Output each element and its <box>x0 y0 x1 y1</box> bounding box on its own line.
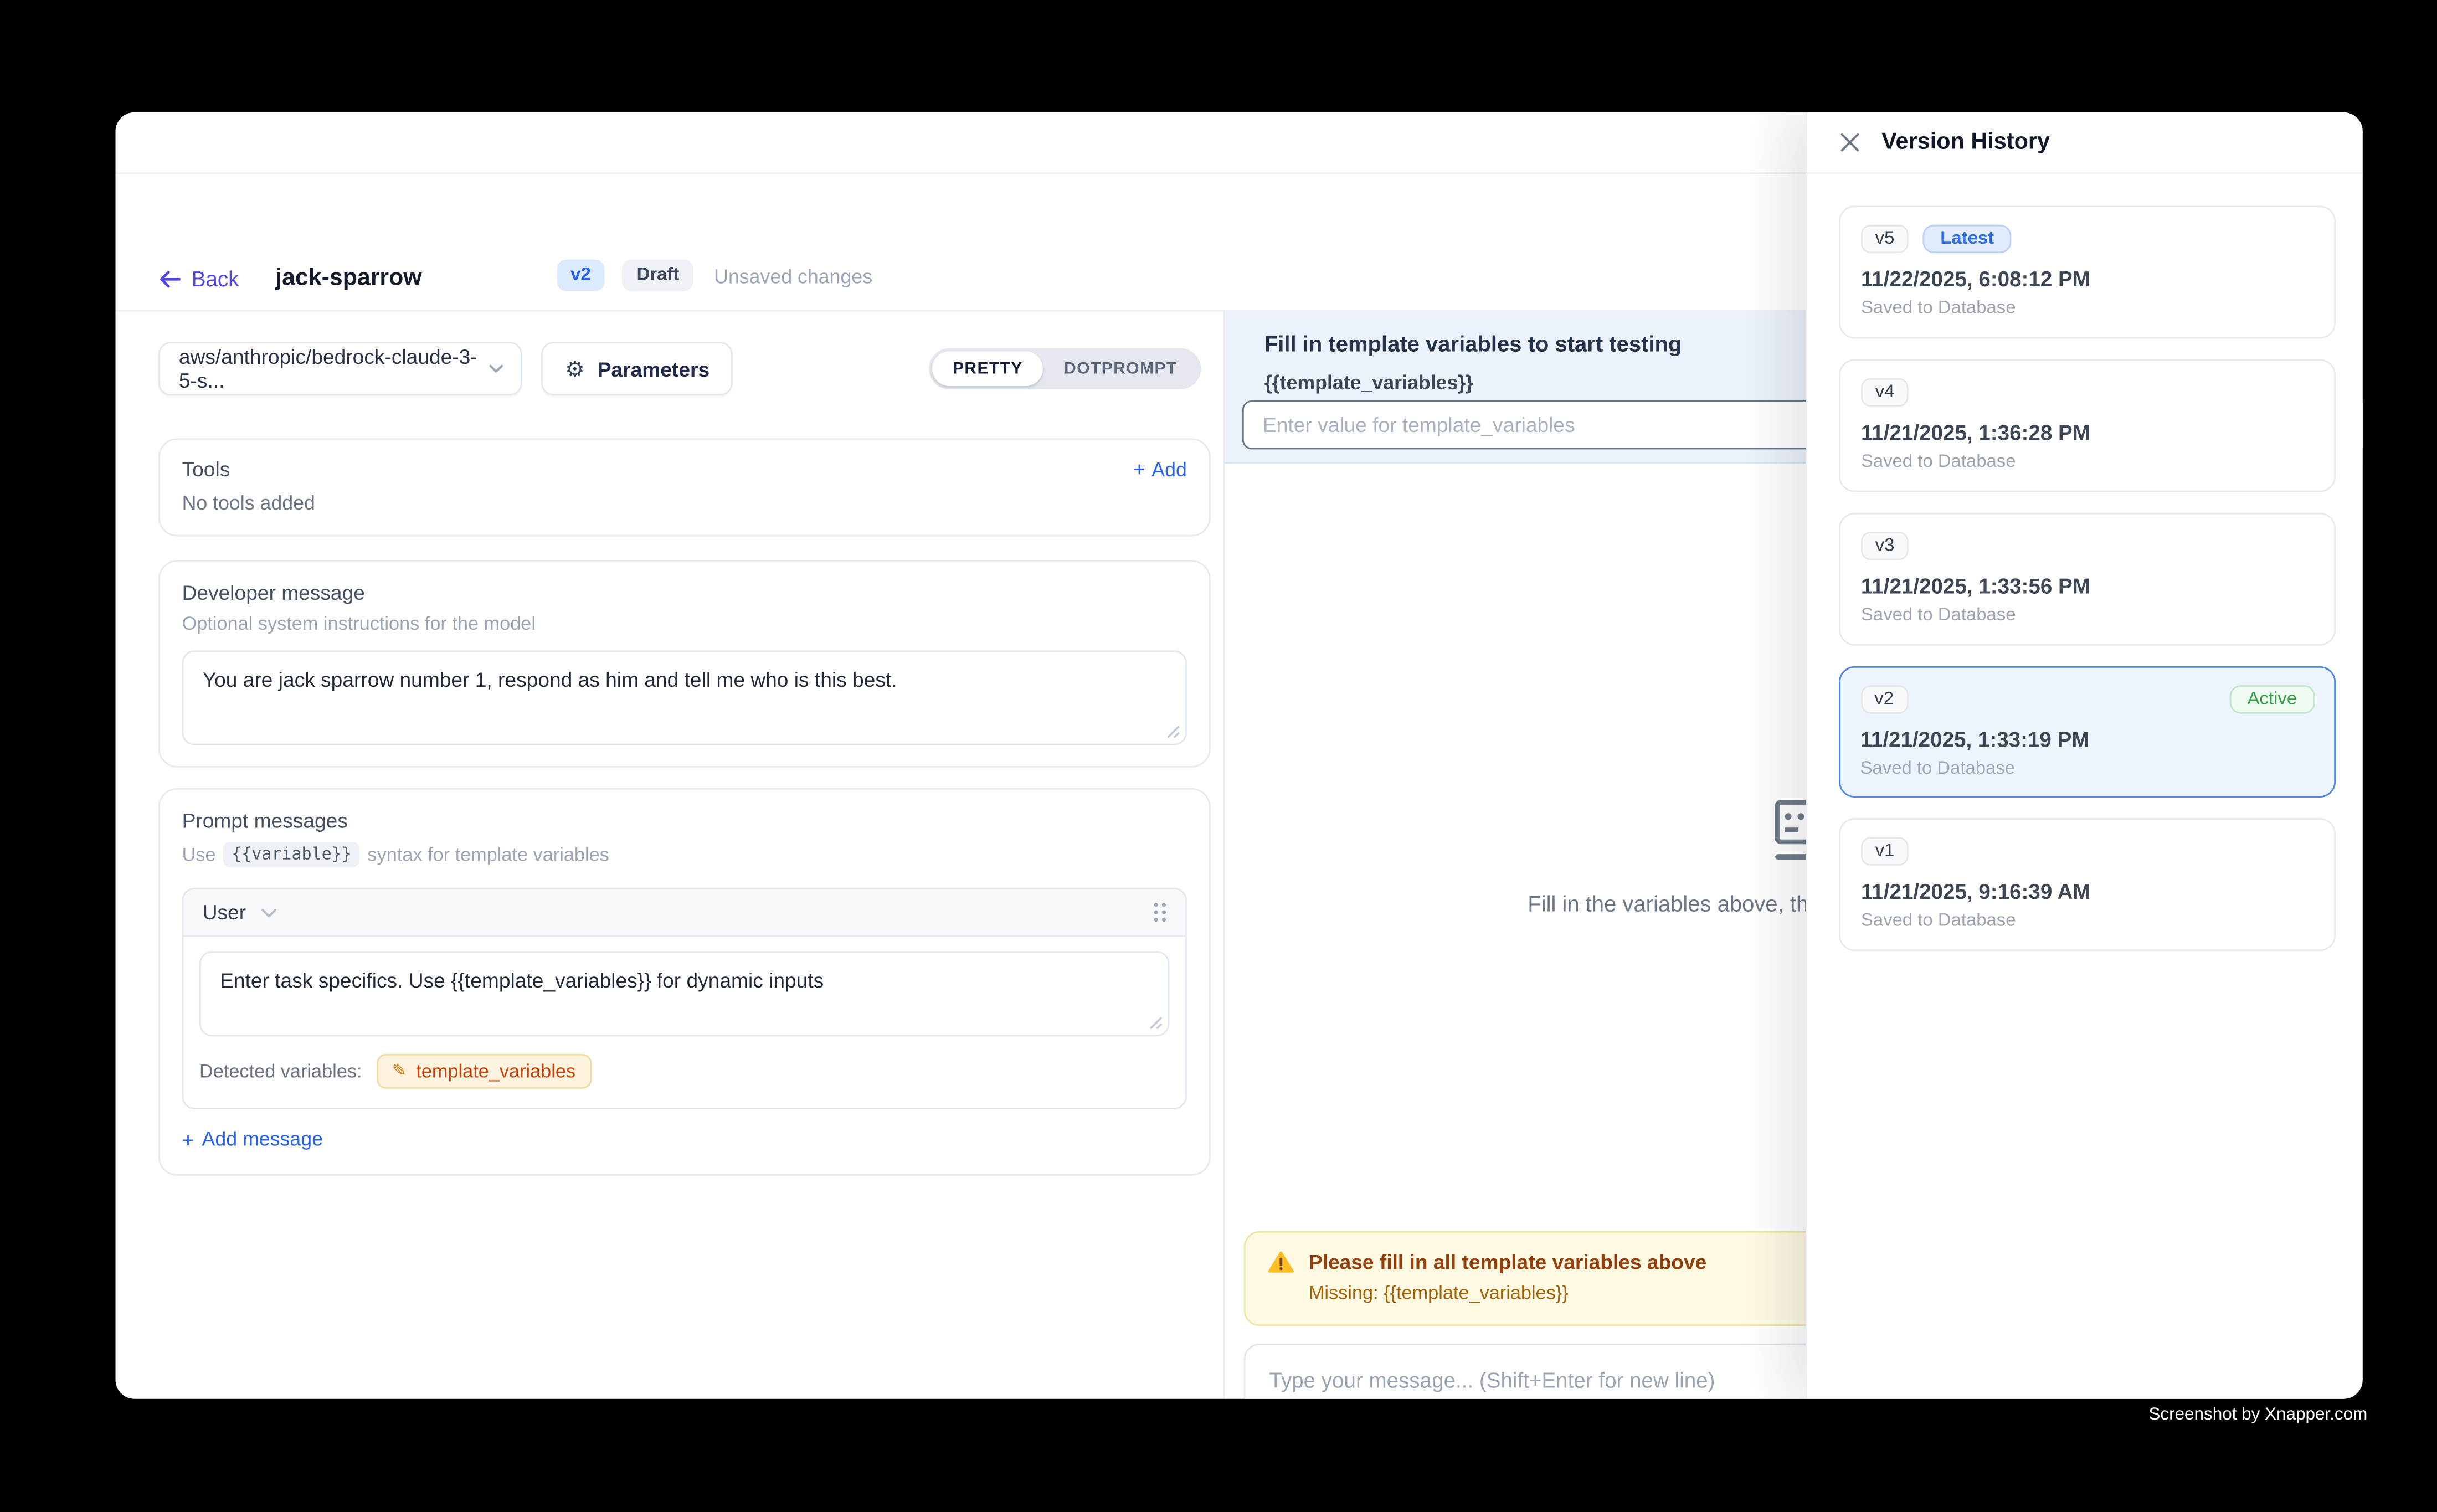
draft-badge: Draft <box>623 260 693 291</box>
add-tool-label: Add <box>1151 458 1187 480</box>
prompt-messages-card: Prompt messages Use {{variable}} syntax … <box>158 788 1211 1176</box>
version-badge: v2 <box>556 260 605 291</box>
version-date: 11/21/2025, 1:33:19 PM <box>1860 727 2315 751</box>
version-history-title: Version History <box>1881 130 2050 155</box>
syntax-prefix: Use <box>182 844 216 866</box>
tools-card: Tools + Add No tools added <box>158 438 1211 536</box>
resize-handle-icon[interactable] <box>1166 725 1181 739</box>
parameters-label: Parameters <box>598 357 709 380</box>
version-card[interactable]: v1 11/21/2025, 9:16:39 AM Saved to Databas… <box>1839 818 2336 951</box>
version-date: 11/22/2025, 6:08:12 PM <box>1861 268 2313 291</box>
message-textarea[interactable]: Enter task specifics. Use {{template_var… <box>199 951 1169 1036</box>
parameters-button[interactable]: ⚙ Parameters <box>541 342 733 395</box>
detected-variables-row: Detected variables: ✎ template_variables <box>183 1040 1185 1108</box>
role-select[interactable]: User <box>203 901 278 924</box>
developer-message-title: Developer message <box>182 581 1187 605</box>
model-toolbar: aws/anthropic/bedrock-claude-3-5-s... ⚙ … <box>158 342 1211 395</box>
version-status: Saved to Database <box>1861 299 2313 318</box>
pencil-icon: ✎ <box>392 1063 407 1080</box>
chevron-down-icon <box>489 364 503 373</box>
message-body: Enter task specifics. Use {{template_var… <box>183 937 1185 1040</box>
version-status: Saved to Database <box>1861 606 2313 625</box>
message-role-header: User <box>183 889 1185 937</box>
version-number-badge: v1 <box>1861 837 1909 865</box>
version-date: 11/21/2025, 1:33:56 PM <box>1861 574 2313 598</box>
editor-panel: aws/anthropic/bedrock-claude-3-5-s... ⚙ … <box>116 312 1225 1399</box>
version-card[interactable]: v3 11/21/2025, 1:33:56 PM Saved to Databas… <box>1839 513 2336 646</box>
version-date: 11/21/2025, 9:16:39 AM <box>1861 880 2313 904</box>
developer-message-value: You are jack sparrow number 1, respond a… <box>203 668 897 692</box>
add-message-button[interactable]: + Add message <box>182 1128 1187 1150</box>
add-message-label: Add message <box>202 1128 323 1150</box>
watermark: Screenshot by Xnapper.com <box>2148 1405 2367 1424</box>
resize-handle-icon[interactable] <box>1149 1016 1163 1030</box>
version-card[interactable]: v4 11/21/2025, 1:36:28 PM Saved to Databas… <box>1839 359 2336 492</box>
page-title: jack-sparrow <box>275 264 421 291</box>
plus-icon: + <box>1133 459 1145 480</box>
latest-badge: Latest <box>1923 225 2012 253</box>
warning-icon <box>1268 1250 1295 1274</box>
version-status: Saved to Database <box>1861 912 2313 930</box>
detected-variables-label: Detected variables: <box>199 1060 362 1082</box>
prompt-messages-title: Prompt messages <box>182 809 1187 832</box>
variable-label: {{template_variables}} <box>1264 372 1473 394</box>
version-history-header: Version History <box>1807 112 2363 174</box>
warning-title: Please fill in all template variables ab… <box>1309 1250 1706 1274</box>
version-list: v5 Latest 11/22/2025, 6:08:12 PM Saved to D… <box>1807 174 2363 951</box>
app-window: Back jack-sparrow v2 Draft Unsaved chang… <box>116 112 2363 1399</box>
syntax-hint: Use {{variable}} syntax for template var… <box>182 842 1187 867</box>
developer-message-subtitle: Optional system instructions for the mod… <box>182 613 1187 635</box>
back-arrow-icon <box>158 271 181 288</box>
drag-handle-icon[interactable] <box>1152 902 1168 923</box>
banner-title: Fill in template variables to start test… <box>1264 331 1682 356</box>
version-card[interactable]: v2 Active 11/21/2025, 1:33:19 PM Saved to D… <box>1839 666 2336 798</box>
version-history-panel: Version History v5 Latest 11/22/2025, 6:08… <box>1806 112 2363 1399</box>
tools-empty-text: No tools added <box>182 492 1187 515</box>
developer-message-textarea[interactable]: You are jack sparrow number 1, respond a… <box>182 650 1187 745</box>
screen: Back jack-sparrow v2 Draft Unsaved chang… <box>0 0 2437 1512</box>
close-icon[interactable] <box>1840 133 1859 152</box>
version-number-badge: v2 <box>1860 685 1908 713</box>
toggle-pretty[interactable]: PRETTY <box>932 351 1043 386</box>
message-value: Enter task specifics. Use {{template_var… <box>220 969 824 992</box>
gear-icon: ⚙ <box>565 358 585 380</box>
version-status: Saved to Database <box>1861 452 2313 471</box>
active-badge: Active <box>2230 685 2314 713</box>
version-status: Saved to Database <box>1860 759 2315 778</box>
add-tool-button[interactable]: + Add <box>1133 458 1187 480</box>
version-number-badge: v3 <box>1861 532 1909 560</box>
syntax-suffix: syntax for template variables <box>367 844 609 866</box>
template-variable-name: template_variables <box>416 1060 575 1082</box>
version-number-badge: v5 <box>1861 225 1909 253</box>
variable-syntax-chip: {{variable}} <box>224 842 359 867</box>
unsaved-changes-label: Unsaved changes <box>714 266 872 291</box>
back-button[interactable]: Back <box>158 268 239 291</box>
version-card[interactable]: v5 Latest 11/22/2025, 6:08:12 PM Saved to D… <box>1839 205 2336 338</box>
version-date: 11/21/2025, 1:36:28 PM <box>1861 421 2313 445</box>
model-select[interactable]: aws/anthropic/bedrock-claude-3-5-s... <box>158 342 522 395</box>
view-mode-toggle: PRETTY DOTPROMPT <box>929 348 1201 389</box>
role-select-value: User <box>203 901 246 924</box>
chevron-down-icon <box>262 908 278 917</box>
version-number-badge: v4 <box>1861 378 1909 407</box>
prompt-message-block: User Enter task specifics. Use {{templat… <box>182 888 1187 1109</box>
developer-message-card: Developer message Optional system instru… <box>158 560 1211 767</box>
back-label: Back <box>192 268 239 291</box>
plus-icon: + <box>182 1129 194 1150</box>
model-select-value: aws/anthropic/bedrock-claude-3-5-s... <box>179 345 489 393</box>
tools-title: Tools <box>182 457 230 481</box>
template-variable-chip[interactable]: ✎ template_variables <box>376 1054 591 1089</box>
toggle-dotprompt[interactable]: DOTPROMPT <box>1043 351 1198 386</box>
